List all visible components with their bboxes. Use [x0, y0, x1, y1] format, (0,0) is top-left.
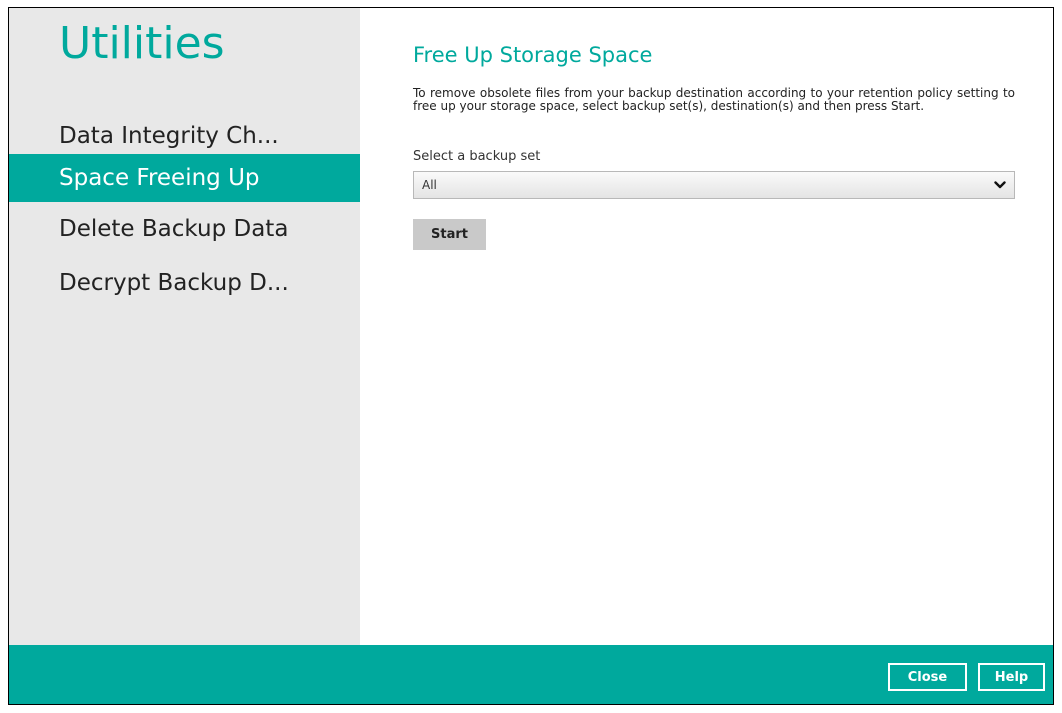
page-description: To remove obsolete files from your backu…: [413, 86, 1015, 113]
backup-set-select[interactable]: All: [413, 171, 1015, 199]
footer-bar: Close Help: [9, 645, 1053, 704]
backup-set-selected-value: All: [422, 178, 437, 192]
start-button[interactable]: Start: [413, 219, 486, 250]
sidebar-item-decrypt-backup-data[interactable]: Decrypt Backup D...: [9, 259, 360, 307]
backup-set-label: Select a backup set: [413, 149, 541, 164]
chevron-down-icon: [994, 181, 1006, 189]
sidebar-item-data-integrity-check[interactable]: Data Integrity Ch...: [9, 112, 360, 160]
main-panel: Free Up Storage Space To remove obsolete…: [360, 8, 1053, 645]
utilities-window: Utilities Data Integrity Ch... Space Fre…: [8, 7, 1054, 705]
sidebar-item-space-freeing-up[interactable]: Space Freeing Up: [9, 154, 360, 202]
sidebar-title: Utilities: [59, 18, 225, 69]
close-button[interactable]: Close: [888, 663, 967, 691]
sidebar-item-delete-backup-data[interactable]: Delete Backup Data: [9, 205, 360, 253]
page-title: Free Up Storage Space: [413, 43, 653, 67]
sidebar: Utilities Data Integrity Ch... Space Fre…: [9, 8, 360, 645]
help-button[interactable]: Help: [978, 663, 1045, 691]
